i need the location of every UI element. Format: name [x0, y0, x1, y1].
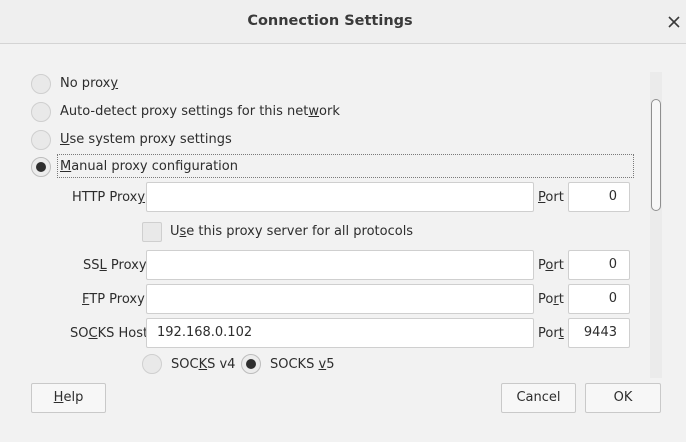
- socks-host-input[interactable]: 192.168.0.102: [146, 318, 534, 348]
- scrollbar-thumb[interactable]: [651, 99, 661, 211]
- auto-detect-radio[interactable]: [31, 102, 51, 122]
- vertical-scrollbar[interactable]: [650, 72, 662, 378]
- ssl-port-label: Port: [538, 258, 564, 273]
- ssl-proxy-label: SSL Proxy: [83, 258, 147, 273]
- http-proxy-input[interactable]: [146, 182, 534, 212]
- ok-button[interactable]: OK: [585, 383, 661, 413]
- http-proxy-label: HTTP Proxy: [72, 190, 146, 205]
- dialog-content: No proxy Auto-detect proxy settings for …: [0, 44, 686, 442]
- manual-proxy-label[interactable]: Manual proxy configuration: [60, 159, 238, 174]
- ftp-port-label: Port: [538, 292, 564, 307]
- socks-v4-label[interactable]: SOCKS v4: [171, 357, 235, 372]
- use-for-all-checkbox[interactable]: [142, 222, 162, 242]
- socks-port-label: Port: [538, 326, 564, 341]
- help-button[interactable]: Help: [31, 383, 106, 413]
- no-proxy-label[interactable]: No proxy: [60, 76, 118, 91]
- close-icon[interactable]: [664, 12, 684, 32]
- proxy-settings-panel: No proxy Auto-detect proxy settings for …: [28, 72, 648, 377]
- use-for-all-label[interactable]: Use this proxy server for all protocols: [170, 224, 413, 239]
- system-proxy-label[interactable]: Use system proxy settings: [60, 132, 232, 147]
- manual-proxy-radio[interactable]: [31, 157, 51, 177]
- system-proxy-radio[interactable]: [31, 130, 51, 150]
- http-port-label: Port: [538, 190, 564, 205]
- ftp-proxy-input[interactable]: [146, 284, 534, 314]
- socks-host-label: SOCKS Host: [70, 326, 149, 341]
- ftp-port-input[interactable]: 0: [568, 284, 630, 314]
- auto-detect-label[interactable]: Auto-detect proxy settings for this netw…: [60, 104, 340, 119]
- no-proxy-radio[interactable]: [31, 74, 51, 94]
- ssl-proxy-input[interactable]: [146, 250, 534, 280]
- http-port-input[interactable]: 0: [568, 182, 630, 212]
- title-bar: Connection Settings: [0, 0, 686, 44]
- socks-v5-label[interactable]: SOCKS v5: [270, 357, 334, 372]
- cancel-button[interactable]: Cancel: [501, 383, 576, 413]
- ssl-port-input[interactable]: 0: [568, 250, 630, 280]
- socks-v5-radio[interactable]: [241, 354, 261, 374]
- window-title: Connection Settings: [247, 13, 413, 29]
- ftp-proxy-label: FTP Proxy: [82, 292, 145, 307]
- socks-port-input[interactable]: 9443: [568, 318, 630, 348]
- socks-v4-radio[interactable]: [142, 354, 162, 374]
